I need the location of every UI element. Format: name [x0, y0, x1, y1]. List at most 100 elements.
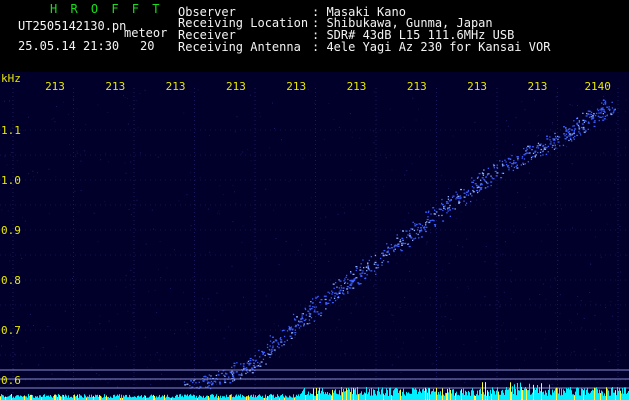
noise-floor-bar [181, 396, 182, 400]
trace-dot [313, 311, 316, 313]
trace-dot [420, 230, 423, 232]
trace-dot [447, 210, 449, 212]
noise-floor-bar [592, 389, 593, 400]
noise-floor-bar [97, 394, 98, 400]
noise-floor-bar [64, 396, 65, 400]
noise-floor-bar [526, 388, 527, 400]
trace-dot [566, 136, 568, 138]
noise-floor-bar [255, 395, 256, 400]
noise-speck [528, 196, 530, 198]
noise-floor-bar [113, 394, 114, 400]
noise-speck [132, 312, 134, 314]
noise-floor-bar [439, 394, 440, 400]
noise-floor-bar [496, 390, 497, 400]
trace-dot [382, 260, 385, 262]
trace-dot [301, 317, 303, 319]
noise-floor-bar [624, 387, 625, 400]
trace-dot [572, 125, 574, 127]
trace-dot [558, 136, 561, 138]
trace-dot [587, 121, 590, 123]
noise-floor-bar [476, 394, 477, 400]
noise-floor-bar [481, 393, 482, 400]
trace-dot [386, 243, 388, 245]
noise-speck [392, 320, 394, 322]
noise-speck [242, 225, 244, 227]
noise-speck [594, 314, 596, 316]
trace-dot [604, 102, 607, 104]
noise-speck [28, 173, 30, 175]
trace-dot [410, 228, 412, 230]
noise-floor-bar [552, 389, 553, 400]
trace-dot [612, 112, 614, 114]
trace-dot [573, 131, 575, 133]
noise-floor-bar [522, 389, 523, 400]
trace-dot [545, 147, 547, 149]
noise-floor-bar [76, 395, 77, 400]
trace-dot [342, 290, 344, 292]
noise-floor-bar [334, 390, 335, 400]
trace-dot [449, 209, 452, 211]
noise-speck [145, 243, 147, 245]
trace-dot [506, 164, 508, 166]
trace-dot [606, 114, 608, 116]
trace-dot [511, 154, 513, 157]
noise-floor-bar [257, 396, 258, 400]
trace-dot [496, 172, 499, 174]
trace-dot [596, 108, 599, 110]
trace-dot [401, 242, 403, 245]
noise-floor-bar [85, 395, 86, 400]
trace-dot [529, 152, 531, 154]
noise-floor-bar [468, 390, 469, 400]
noise-floor-bar [344, 391, 345, 400]
noise-floor-bar [200, 395, 201, 400]
trace-dot [325, 303, 328, 305]
noise-speck [127, 98, 128, 99]
noise-floor-bar [335, 389, 336, 400]
trace-dot [471, 195, 473, 197]
trace-dot [258, 349, 260, 352]
noise-floor-bar [290, 396, 291, 400]
noise-speck [278, 264, 280, 266]
trace-dot [242, 363, 245, 365]
trace-dot [381, 264, 383, 266]
noise-speck [396, 262, 398, 264]
trace-dot [232, 380, 234, 382]
trace-dot [415, 232, 418, 235]
trace-dot [263, 351, 265, 354]
noise-speck [265, 188, 267, 190]
noise-speck [577, 295, 579, 297]
noise-floor-bar [395, 388, 396, 400]
noise-floor-bar [524, 388, 525, 400]
trace-dot [604, 100, 607, 102]
noise-floor-bar [163, 396, 164, 400]
noise-speck [324, 243, 326, 245]
noise-speck [321, 303, 323, 305]
x-tick-label: 213 [467, 80, 487, 93]
y-tick-label: 1.0 [1, 174, 21, 187]
noise-floor-bar [259, 394, 260, 400]
noise-speck [411, 163, 413, 165]
trace-dot [309, 322, 311, 324]
noise-speck [274, 351, 276, 353]
noise-floor-bar [590, 392, 591, 400]
trace-dot [456, 193, 458, 196]
noise-speck [7, 394, 9, 395]
noise-speck [102, 348, 104, 350]
noise-floor-bar [327, 391, 328, 400]
trace-dot [368, 259, 370, 262]
noise-floor-bar [397, 388, 398, 400]
noise-floor-bar [605, 395, 606, 400]
noise-floor-bar [293, 394, 294, 400]
noise-speck [105, 152, 107, 154]
noise-floor-bar [285, 395, 286, 400]
noise-speck [297, 249, 299, 251]
trace-dot [332, 291, 334, 294]
noise-speck [404, 296, 406, 298]
trace-dot [435, 210, 437, 213]
trace-dot [271, 350, 273, 352]
noise-speck [556, 362, 558, 364]
noise-floor-bar [472, 388, 473, 400]
noise-floor-bar [459, 395, 460, 400]
noise-floor-bar [581, 388, 582, 400]
noise-floor-bar [540, 391, 541, 400]
